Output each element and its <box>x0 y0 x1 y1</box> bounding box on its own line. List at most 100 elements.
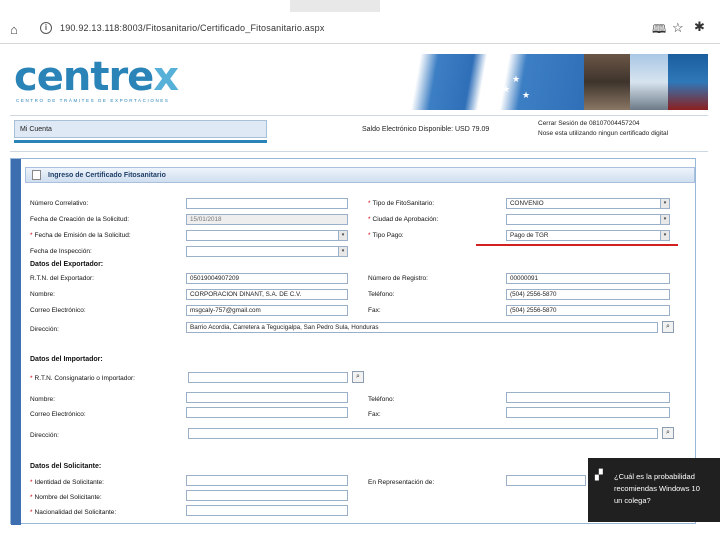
rtn-importador-field[interactable] <box>188 372 348 383</box>
nombre-exportador-field[interactable]: CORPORACION DINANT, S.A. DE C.V. <box>186 289 348 300</box>
rtn-exportador-label: R.T.N. del Exportador: <box>30 275 94 282</box>
nombre-importador-label: Nombre: <box>30 396 55 403</box>
search-icon[interactable]: ⌕ <box>662 427 674 439</box>
mi-cuenta-label: Mi Cuenta <box>20 126 52 133</box>
rtn-importador-label: * R.T.N. Consignatario o Importador: <box>30 375 135 382</box>
nacionalidad-solicitante-field[interactable] <box>186 505 348 516</box>
required-mark: * <box>30 479 33 486</box>
chevron-down-icon[interactable]: ▾ <box>338 231 347 240</box>
chevron-down-icon[interactable]: ▾ <box>660 231 669 240</box>
honduras-flag-image: ★ ★ ★ ★ ★ <box>372 54 584 110</box>
menu-underline <box>14 140 267 143</box>
fecha-emision-field[interactable]: ▾ <box>186 230 348 241</box>
tipo-pago-value: Pago de TGR <box>510 232 549 239</box>
tipo-fito-select[interactable]: CONVENIO ▾ <box>506 198 670 209</box>
en-representacion-label: En Representación de: <box>368 479 435 486</box>
fax-importador-field[interactable] <box>506 407 670 418</box>
session-info: Cerrar Sesión de 08107004457204 Nose est… <box>538 119 668 139</box>
correo-exportador-label: Correo Electrónico: <box>30 307 86 314</box>
datos-importador-heading: Datos del Importador: <box>30 356 103 363</box>
certificado-digital-note: Nose esta utilizando ningun certificado … <box>538 130 669 137</box>
search-icon[interactable]: ⌕ <box>352 371 364 383</box>
tipo-fito-label: * Tipo de FitoSanitario: <box>368 200 434 207</box>
chevron-down-icon[interactable]: ▾ <box>660 199 669 208</box>
banner-images: ★ ★ ★ ★ ★ <box>372 54 708 110</box>
tab-strip <box>0 0 720 14</box>
search-icon[interactable]: ⌕ <box>662 321 674 333</box>
telefono-exportador-label: Teléfono: <box>368 291 395 298</box>
nombre-importador-field[interactable] <box>186 392 348 403</box>
document-icon <box>32 170 41 180</box>
feedback-notification[interactable]: ▞ ¿Cuál es la probabilidad recomiendas W… <box>588 458 720 522</box>
feedback-icon: ▞ <box>595 470 603 481</box>
rtn-exportador-field[interactable]: 05019004907209 <box>186 273 348 284</box>
identidad-solicitante-label: * Identidad de Solicitante: <box>30 479 104 486</box>
centrex-logo[interactable]: centrex <box>14 54 179 100</box>
chevron-down-icon[interactable]: ▾ <box>338 247 347 256</box>
nombre-solicitante-text: Nombre del Solicitante: <box>34 494 102 501</box>
ciudad-aprobacion-label: * Ciudad de Aprobación: <box>368 216 438 223</box>
notification-line-1: ¿Cuál es la probabilidad <box>614 472 695 481</box>
numero-correlativo-field[interactable] <box>186 198 348 209</box>
fecha-creacion-field: 15/01/2018 <box>186 214 348 225</box>
tipo-fito-text: Tipo de FitoSanitario: <box>372 200 435 207</box>
notification-line-3: un colega? <box>614 496 651 505</box>
numero-registro-field[interactable]: 00000091 <box>506 273 670 284</box>
tipo-pago-text: Tipo Pago: <box>372 232 404 239</box>
logo-subtitle: CENTRO DE TRÁMITES DE EXPORTACIONES <box>16 98 170 103</box>
ciudad-aprobacion-select[interactable]: ▾ <box>506 214 670 225</box>
required-mark: * <box>368 232 371 239</box>
nacionalidad-solicitante-text: Nacionalidad del Solicitante: <box>34 509 117 516</box>
address-bar[interactable]: 190.92.13.118:8003/Fitosanitario/Certifi… <box>60 23 325 33</box>
saldo-disponible: Saldo Electrónico Disponible: USD 79.09 <box>362 126 490 133</box>
tipo-pago-select[interactable]: Pago de TGR ▾ <box>506 230 670 241</box>
info-icon[interactable]: i <box>40 22 52 34</box>
tab[interactable] <box>290 0 380 12</box>
telefono-importador-label: Teléfono: <box>368 396 395 403</box>
nombre-solicitante-label: * Nombre del Solicitante: <box>30 494 102 501</box>
telefono-importador-field[interactable] <box>506 392 670 403</box>
red-annotation-line <box>476 244 678 246</box>
correo-importador-label: Correo Electrónico: <box>30 411 86 418</box>
cerrar-sesion-link[interactable]: Cerrar Sesión de 08107004457204 <box>538 119 668 129</box>
hub-icon[interactable]: ✱ <box>694 19 705 35</box>
correo-importador-field[interactable] <box>186 407 348 418</box>
nacionalidad-solicitante-label: * Nacionalidad del Solicitante: <box>30 509 116 516</box>
correo-exportador-field[interactable]: msgcaly-757@gmail.com <box>186 305 348 316</box>
chevron-down-icon[interactable]: ▾ <box>660 215 669 224</box>
fecha-emision-text: Fecha de Emisión de la Solicitud: <box>34 232 131 239</box>
required-mark: * <box>30 375 33 382</box>
telefono-exportador-field[interactable]: (504) 2556-5870 <box>506 289 670 300</box>
logo-x: x <box>153 54 179 100</box>
favorite-star-icon[interactable]: ☆ <box>672 20 684 36</box>
nombre-exportador-label: Nombre: <box>30 291 55 298</box>
direccion-importador-field[interactable] <box>188 428 658 439</box>
panel-side-bar <box>11 159 21 525</box>
account-bar: Mi Cuenta Saldo Electrónico Disponible: … <box>10 115 708 152</box>
direccion-exportador-field[interactable]: Barrio Acordia, Carretera a Tegucigalpa,… <box>186 322 658 333</box>
browser-toolbar: ⌂ i 190.92.13.118:8003/Fitosanitario/Cer… <box>0 0 720 44</box>
ciudad-aprobacion-text: Ciudad de Aprobación: <box>372 216 439 223</box>
fecha-inspeccion-label: Fecha de Inspección: <box>30 248 92 255</box>
home-icon[interactable]: ⌂ <box>10 22 18 37</box>
form-title: Ingreso de Certificado Fitosanitario <box>48 172 166 179</box>
identidad-solicitante-field[interactable] <box>186 475 348 486</box>
identidad-solicitante-text: Identidad de Solicitante: <box>34 479 104 486</box>
mi-cuenta-menu[interactable]: Mi Cuenta <box>14 120 267 138</box>
numero-registro-label: Número de Registro: <box>368 275 428 282</box>
fecha-inspeccion-field[interactable]: ▾ <box>186 246 348 257</box>
direccion-importador-label: Dirección: <box>30 432 59 439</box>
fax-exportador-field[interactable]: (504) 2556-5870 <box>506 305 670 316</box>
nombre-solicitante-field[interactable] <box>186 490 348 501</box>
logo-main: centre <box>14 54 154 100</box>
en-representacion-field[interactable] <box>506 475 586 486</box>
reading-view-icon[interactable]: 🕮 <box>652 20 666 41</box>
numero-correlativo-label: Número Correlativo: <box>30 200 89 207</box>
airplane-photo <box>630 54 668 110</box>
required-mark: * <box>30 232 33 239</box>
notification-text: ¿Cuál es la probabilidad recomiendas Win… <box>614 471 718 507</box>
notification-line-2: recomiendas Windows 10 <box>614 484 700 493</box>
required-mark: * <box>30 494 33 501</box>
tipo-fito-value: CONVENIO <box>510 200 544 207</box>
required-mark: * <box>368 200 371 207</box>
